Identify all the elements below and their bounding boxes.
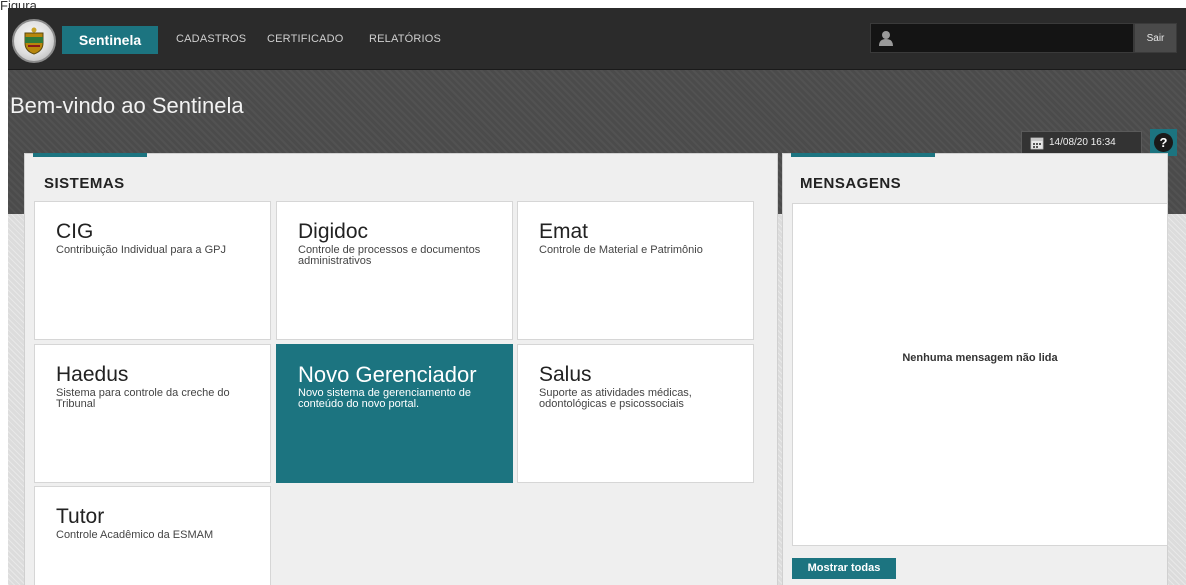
mensagens-accent bbox=[791, 153, 935, 157]
tile-name: CIG bbox=[56, 220, 94, 243]
top-navbar: Sentinela CADASTROS CERTIFICADO RELATÓRI… bbox=[8, 8, 1186, 70]
system-tile-tutor[interactable]: Tutor Controle Acadêmico da ESMAM bbox=[34, 486, 271, 585]
tile-description: Controle Acadêmico da ESMAM bbox=[56, 529, 214, 541]
tile-description: Contribuição Individual para a GPJ bbox=[56, 244, 226, 256]
brand-button[interactable]: Sentinela bbox=[62, 26, 158, 54]
tile-name: Salus bbox=[539, 363, 592, 386]
datetime-text: 14/08/20 16:34 bbox=[1049, 137, 1116, 148]
logout-button[interactable]: Sair bbox=[1134, 23, 1177, 53]
tile-name: Tutor bbox=[56, 505, 105, 528]
user-icon bbox=[879, 31, 893, 46]
page-title: Bem-vindo ao Sentinela bbox=[10, 93, 244, 118]
tile-description: Controle de processos e documentos admin… bbox=[298, 244, 481, 267]
sistemas-title: SISTEMAS bbox=[44, 175, 125, 192]
system-tile-digidoc[interactable]: Digidoc Controle de processos e document… bbox=[276, 201, 513, 340]
system-tile-haedus[interactable]: Haedus Sistema para controle da creche d… bbox=[34, 344, 271, 483]
tile-name: Emat bbox=[539, 220, 589, 243]
nav-relatorios[interactable]: RELATÓRIOS bbox=[369, 33, 441, 45]
mensagens-title: MENSAGENS bbox=[800, 175, 902, 192]
tile-name: Novo Gerenciador bbox=[298, 362, 477, 387]
user-box[interactable] bbox=[870, 23, 1134, 53]
sistemas-accent bbox=[33, 153, 147, 157]
system-tile-emat[interactable]: Emat Controle de Material e Patrimônio bbox=[517, 201, 754, 340]
system-tile-cig[interactable]: CIG Contribuição Individual para a GPJ bbox=[34, 201, 271, 340]
app-window: Sentinela CADASTROS CERTIFICADO RELATÓRI… bbox=[8, 8, 1186, 585]
system-tile-salus[interactable]: Salus Suporte as atividades médicas, odo… bbox=[517, 344, 754, 483]
empty-messages-text: Nenhuma mensagem não lida bbox=[902, 352, 1058, 364]
nav-cadastros[interactable]: CADASTROS bbox=[176, 33, 246, 45]
tile-name: Digidoc bbox=[298, 220, 369, 243]
tile-description: Sistema para controle da creche do Tribu… bbox=[56, 387, 230, 410]
tile-name: Haedus bbox=[56, 363, 129, 386]
coat-of-arms-icon[interactable] bbox=[12, 19, 56, 63]
help-icon: ? bbox=[1154, 133, 1173, 152]
system-tile-novo-gerenciador[interactable]: Novo Gerenciador Novo sistema de gerenci… bbox=[276, 344, 513, 483]
tile-description: Suporte as atividades médicas, odontológ… bbox=[539, 387, 692, 410]
show-all-button[interactable]: Mostrar todas bbox=[792, 558, 896, 579]
help-button[interactable]: ? bbox=[1150, 129, 1177, 156]
messages-list: Nenhuma mensagem não lida bbox=[792, 203, 1168, 546]
datetime-badge: 14/08/20 16:34 bbox=[1021, 131, 1142, 155]
nav-certificado[interactable]: CERTIFICADO bbox=[267, 33, 344, 45]
calendar-icon bbox=[1030, 137, 1044, 150]
tile-description: Controle de Material e Patrimônio bbox=[539, 244, 703, 256]
tile-description: Novo sistema de gerenciamento de conteúd… bbox=[298, 387, 472, 410]
